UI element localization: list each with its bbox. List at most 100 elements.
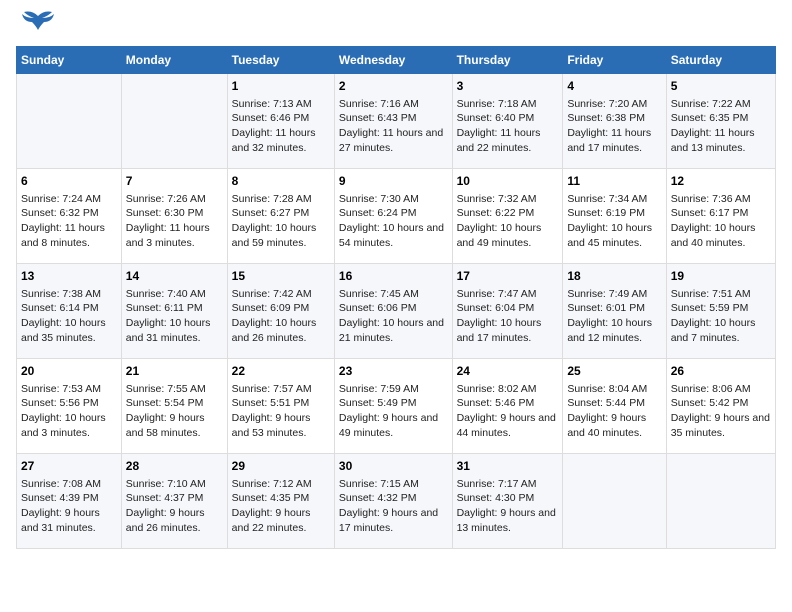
header-row: SundayMondayTuesdayWednesdayThursdayFrid…	[17, 47, 776, 74]
header-cell-tuesday: Tuesday	[227, 47, 334, 74]
calendar-cell: 26Sunrise: 8:06 AMSunset: 5:42 PMDayligh…	[666, 359, 775, 454]
cell-info: Daylight: 9 hours and 53 minutes.	[232, 411, 330, 440]
cell-info: Sunset: 6:40 PM	[457, 111, 559, 126]
cell-info: Sunset: 6:19 PM	[567, 206, 661, 221]
cell-info: Daylight: 10 hours and 12 minutes.	[567, 316, 661, 345]
cell-info: Sunrise: 7:22 AM	[671, 97, 771, 112]
cell-info: Sunset: 6:01 PM	[567, 301, 661, 316]
cell-info: Daylight: 11 hours and 27 minutes.	[339, 126, 448, 155]
calendar-cell: 21Sunrise: 7:55 AMSunset: 5:54 PMDayligh…	[121, 359, 227, 454]
cell-info: Daylight: 9 hours and 44 minutes.	[457, 411, 559, 440]
day-number: 8	[232, 173, 330, 190]
week-row-4: 27Sunrise: 7:08 AMSunset: 4:39 PMDayligh…	[17, 454, 776, 549]
calendar-header: SundayMondayTuesdayWednesdayThursdayFrid…	[17, 47, 776, 74]
calendar-cell: 22Sunrise: 7:57 AMSunset: 5:51 PMDayligh…	[227, 359, 334, 454]
day-number: 1	[232, 78, 330, 95]
cell-info: Sunset: 5:46 PM	[457, 396, 559, 411]
cell-info: Daylight: 10 hours and 35 minutes.	[21, 316, 117, 345]
cell-info: Daylight: 10 hours and 17 minutes.	[457, 316, 559, 345]
cell-info: Sunrise: 8:04 AM	[567, 382, 661, 397]
cell-info: Daylight: 9 hours and 40 minutes.	[567, 411, 661, 440]
calendar-cell: 16Sunrise: 7:45 AMSunset: 6:06 PMDayligh…	[334, 264, 452, 359]
cell-info: Sunset: 5:56 PM	[21, 396, 117, 411]
calendar-cell: 17Sunrise: 7:47 AMSunset: 6:04 PMDayligh…	[452, 264, 563, 359]
cell-info: Daylight: 9 hours and 49 minutes.	[339, 411, 448, 440]
cell-info: Sunset: 5:54 PM	[126, 396, 223, 411]
day-number: 22	[232, 363, 330, 380]
day-number: 21	[126, 363, 223, 380]
header-cell-saturday: Saturday	[666, 47, 775, 74]
calendar-cell: 25 Sunrise: 8:04 AMSunset: 5:44 PMDayligh…	[563, 359, 666, 454]
calendar-cell: 31Sunrise: 7:17 AMSunset: 4:30 PMDayligh…	[452, 454, 563, 549]
week-row-3: 20Sunrise: 7:53 AMSunset: 5:56 PMDayligh…	[17, 359, 776, 454]
cell-info: Sunrise: 7:18 AM	[457, 97, 559, 112]
cell-info: Sunset: 6:46 PM	[232, 111, 330, 126]
calendar-cell: 5Sunrise: 7:22 AMSunset: 6:35 PMDaylight…	[666, 74, 775, 169]
calendar-cell: 10Sunrise: 7:32 AMSunset: 6:22 PMDayligh…	[452, 169, 563, 264]
day-number: 13	[21, 268, 117, 285]
cell-info: Daylight: 9 hours and 35 minutes.	[671, 411, 771, 440]
week-row-1: 6Sunrise: 7:24 AMSunset: 6:32 PMDaylight…	[17, 169, 776, 264]
week-row-0: 1Sunrise: 7:13 AMSunset: 6:46 PMDaylight…	[17, 74, 776, 169]
cell-info: Sunset: 6:30 PM	[126, 206, 223, 221]
cell-info: Sunset: 6:04 PM	[457, 301, 559, 316]
cell-info: Daylight: 11 hours and 17 minutes.	[567, 126, 661, 155]
logo-bird-icon	[20, 8, 56, 36]
header-cell-thursday: Thursday	[452, 47, 563, 74]
day-number: 2	[339, 78, 448, 95]
calendar-cell: 18Sunrise: 7:49 AMSunset: 6:01 PMDayligh…	[563, 264, 666, 359]
calendar-cell: 11Sunrise: 7:34 AMSunset: 6:19 PMDayligh…	[563, 169, 666, 264]
cell-info: Sunrise: 7:10 AM	[126, 477, 223, 492]
calendar-cell	[563, 454, 666, 549]
cell-info: Sunrise: 7:40 AM	[126, 287, 223, 302]
cell-info: Sunset: 4:32 PM	[339, 491, 448, 506]
cell-info: Sunrise: 7:38 AM	[21, 287, 117, 302]
cell-info: Daylight: 9 hours and 26 minutes.	[126, 506, 223, 535]
cell-info: Sunset: 4:30 PM	[457, 491, 559, 506]
calendar-cell: 27Sunrise: 7:08 AMSunset: 4:39 PMDayligh…	[17, 454, 122, 549]
cell-info: Daylight: 9 hours and 31 minutes.	[21, 506, 117, 535]
cell-info: Sunrise: 8:02 AM	[457, 382, 559, 397]
cell-info: Sunset: 4:37 PM	[126, 491, 223, 506]
cell-info: Daylight: 10 hours and 26 minutes.	[232, 316, 330, 345]
cell-info: Sunrise: 7:08 AM	[21, 477, 117, 492]
calendar-cell: 20Sunrise: 7:53 AMSunset: 5:56 PMDayligh…	[17, 359, 122, 454]
cell-info: Daylight: 11 hours and 22 minutes.	[457, 126, 559, 155]
cell-info: Daylight: 9 hours and 58 minutes.	[126, 411, 223, 440]
day-number: 19	[671, 268, 771, 285]
cell-info: Sunset: 6:43 PM	[339, 111, 448, 126]
cell-info: Daylight: 11 hours and 3 minutes.	[126, 221, 223, 250]
day-number: 6	[21, 173, 117, 190]
calendar-cell: 13Sunrise: 7:38 AMSunset: 6:14 PMDayligh…	[17, 264, 122, 359]
day-number: 25	[567, 363, 661, 380]
day-number: 14	[126, 268, 223, 285]
cell-info: Sunrise: 7:53 AM	[21, 382, 117, 397]
cell-info: Sunrise: 7:42 AM	[232, 287, 330, 302]
cell-info: Sunrise: 7:51 AM	[671, 287, 771, 302]
calendar-cell: 7Sunrise: 7:26 AMSunset: 6:30 PMDaylight…	[121, 169, 227, 264]
day-number: 7	[126, 173, 223, 190]
day-number: 23	[339, 363, 448, 380]
day-number: 16	[339, 268, 448, 285]
week-row-2: 13Sunrise: 7:38 AMSunset: 6:14 PMDayligh…	[17, 264, 776, 359]
cell-info: Sunset: 6:38 PM	[567, 111, 661, 126]
day-number: 10	[457, 173, 559, 190]
cell-info: Sunrise: 7:59 AM	[339, 382, 448, 397]
cell-info: Daylight: 10 hours and 49 minutes.	[457, 221, 559, 250]
cell-info: Daylight: 10 hours and 7 minutes.	[671, 316, 771, 345]
calendar-cell: 1Sunrise: 7:13 AMSunset: 6:46 PMDaylight…	[227, 74, 334, 169]
day-number: 18	[567, 268, 661, 285]
cell-info: Sunset: 5:44 PM	[567, 396, 661, 411]
cell-info: Sunrise: 7:16 AM	[339, 97, 448, 112]
calendar-cell: 2 Sunrise: 7:16 AMSunset: 6:43 PMDaylight…	[334, 74, 452, 169]
cell-info: Daylight: 10 hours and 54 minutes.	[339, 221, 448, 250]
cell-info: Sunrise: 7:36 AM	[671, 192, 771, 207]
day-number: 5	[671, 78, 771, 95]
cell-info: Daylight: 10 hours and 59 minutes.	[232, 221, 330, 250]
calendar-cell	[666, 454, 775, 549]
cell-info: Sunrise: 7:57 AM	[232, 382, 330, 397]
cell-info: Sunrise: 7:20 AM	[567, 97, 661, 112]
cell-info: Daylight: 11 hours and 32 minutes.	[232, 126, 330, 155]
calendar-cell	[17, 74, 122, 169]
cell-info: Sunset: 4:39 PM	[21, 491, 117, 506]
